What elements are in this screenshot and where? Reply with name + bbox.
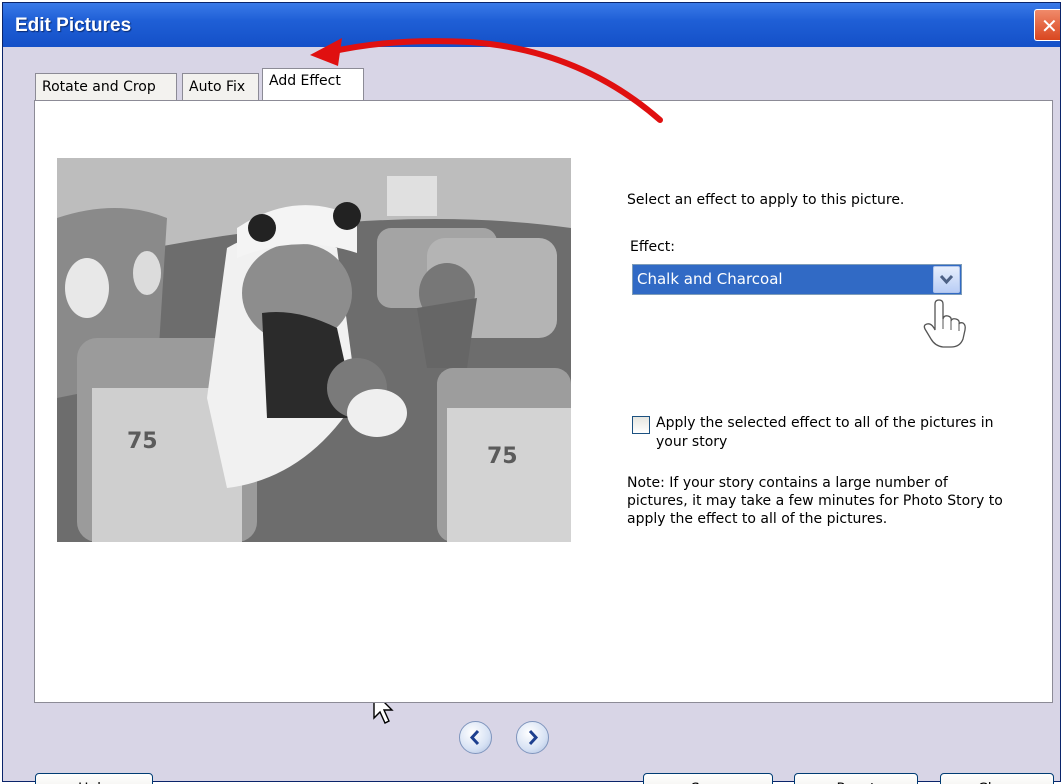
close-button[interactable]: Close: [940, 773, 1054, 784]
next-icon: [528, 729, 539, 746]
window-close-button[interactable]: ✕: [1034, 9, 1060, 41]
dialog-body: Rotate and Crop Auto Fix Add Effect 75 7…: [3, 47, 1060, 784]
help-button[interactable]: Help: [35, 773, 153, 784]
tab-add-effect[interactable]: Add Effect: [262, 68, 364, 100]
picture-preview: 75 75: [57, 158, 571, 542]
effect-instruction: Select an effect to apply to this pictur…: [627, 192, 905, 208]
close-icon: ✕: [1041, 14, 1058, 38]
hand-cursor-icon: [923, 299, 966, 348]
tab-auto-fix[interactable]: Auto Fix: [182, 73, 259, 101]
previous-icon: [469, 729, 480, 746]
effect-selected-value: Chalk and Charcoal: [637, 270, 783, 288]
dropdown-button[interactable]: [933, 266, 960, 293]
svg-text:75: 75: [487, 444, 518, 469]
add-effect-panel: 75 75 Select an effect to apply to this …: [34, 100, 1053, 703]
previous-picture-button[interactable]: [459, 721, 492, 754]
reset-button[interactable]: Reset: [794, 773, 918, 784]
effect-note: Note: If your story contains a large num…: [627, 475, 1003, 527]
chevron-down-icon: [939, 274, 954, 285]
window-title: Edit Pictures: [15, 15, 132, 36]
effect-dropdown[interactable]: Chalk and Charcoal: [632, 264, 962, 295]
effect-label: Effect:: [630, 239, 676, 255]
tab-rotate-and-crop[interactable]: Rotate and Crop: [35, 73, 177, 101]
save-button[interactable]: Save: [643, 773, 773, 784]
teddy-bear-photo: 75 75: [57, 158, 571, 542]
edit-pictures-window: Edit Pictures ✕ Rotate and Crop Auto Fix…: [2, 2, 1061, 784]
svg-text:75: 75: [127, 429, 158, 454]
apply-all-checkbox[interactable]: [632, 416, 650, 434]
title-bar: Edit Pictures ✕: [3, 3, 1060, 47]
apply-all-label[interactable]: Apply the selected effect to all of the …: [656, 414, 1016, 452]
next-picture-button[interactable]: [516, 721, 549, 754]
